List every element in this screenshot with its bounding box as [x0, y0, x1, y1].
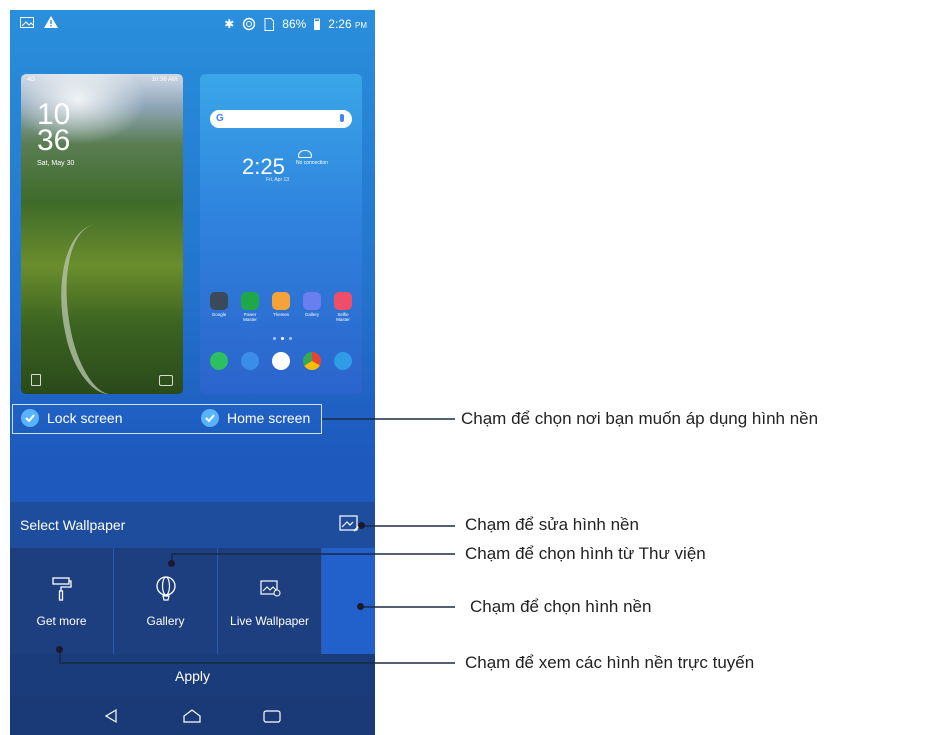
- callout-dot: [168, 560, 175, 567]
- callout-dot: [357, 603, 364, 610]
- callout-dot: [56, 646, 63, 653]
- callout-apply-target: Chạm để chọn nơi bạn muốn áp dụng hình n…: [461, 409, 819, 428]
- callout-online: Chạm để xem các hình nền trực tuyến: [465, 653, 755, 672]
- callout-lines: [59, 418, 455, 664]
- callout-gallery: Chạm để chọn hình từ Thư viện: [465, 544, 706, 563]
- callout-wallpaper: Chạm để chọn hình nền: [470, 597, 652, 616]
- callout-edit: Chạm để sửa hình nền: [465, 515, 639, 534]
- callout-dot: [358, 522, 365, 529]
